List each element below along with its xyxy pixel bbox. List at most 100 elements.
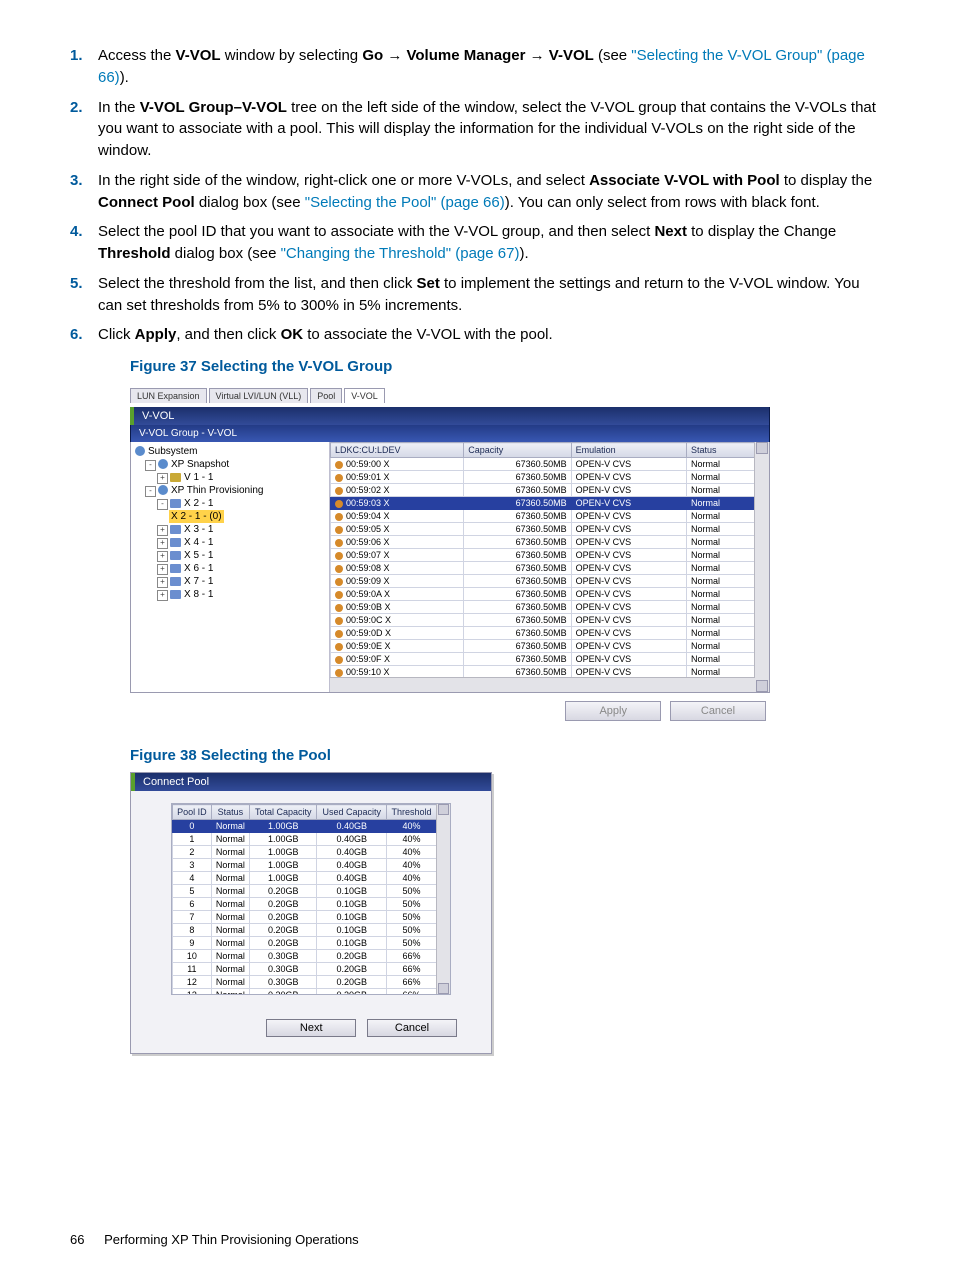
expand-icon[interactable]: +: [157, 564, 168, 575]
table-row[interactable]: 00:59:0A X67360.50MBOPEN-V CVSNormal: [331, 588, 755, 601]
table-row[interactable]: 12Normal0.30GB0.20GB66%: [173, 976, 437, 989]
tree-node[interactable]: + X 6 - 1: [135, 562, 325, 575]
vvol-group-tree[interactable]: Subsystem - XP Snapshot+V 1 - 1-XP Thin Pr…: [131, 442, 330, 692]
tab-lun-expansion[interactable]: LUN Expansion: [130, 388, 207, 403]
tree-node[interactable]: -XP Thin Provisioning: [135, 484, 325, 497]
scrollbar-vertical[interactable]: [754, 442, 769, 692]
tab-pool[interactable]: Pool: [310, 388, 342, 403]
table-row[interactable]: 00:59:06 X67360.50MBOPEN-V CVSNormal: [331, 536, 755, 549]
vvol-icon: [335, 630, 343, 638]
expand-icon[interactable]: -: [145, 460, 156, 471]
cancel-button[interactable]: Cancel: [670, 701, 766, 721]
step-body: In the V-VOL Group–V-VOL tree on the lef…: [98, 97, 884, 162]
table-row[interactable]: 00:59:0D X67360.50MBOPEN-V CVSNormal: [331, 627, 755, 640]
step-number: 4.: [70, 221, 98, 265]
table-row[interactable]: 00:59:04 X67360.50MBOPEN-V CVSNormal: [331, 510, 755, 523]
table-row[interactable]: 00:59:00 X67360.50MBOPEN-V CVSNormal: [331, 458, 755, 471]
vvol-icon: [335, 643, 343, 651]
next-button[interactable]: Next: [266, 1019, 356, 1037]
table-row[interactable]: 3Normal1.00GB0.40GB40%: [173, 859, 437, 872]
expand-icon[interactable]: +: [157, 590, 168, 601]
table-row[interactable]: 00:59:05 X67360.50MBOPEN-V CVSNormal: [331, 523, 755, 536]
tree-node[interactable]: +V 1 - 1: [135, 471, 325, 484]
cross-ref-link[interactable]: "Changing the Threshold" (page 67): [281, 245, 520, 262]
pool-table[interactable]: Pool IDStatusTotal CapacityUsed Capacity…: [172, 804, 437, 994]
col-header[interactable]: Used Capacity: [317, 805, 387, 820]
col-header[interactable]: Threshold: [387, 805, 437, 820]
table-row[interactable]: 6Normal0.20GB0.10GB50%: [173, 898, 437, 911]
tab-strip: LUN ExpansionVirtual LVI/LUN (VLL)PoolV-…: [130, 383, 770, 403]
table-row[interactable]: 00:59:03 X67360.50MBOPEN-V CVSNormal: [331, 497, 755, 510]
expand-icon[interactable]: +: [157, 525, 168, 536]
col-header[interactable]: LDKC:CU:LDEV: [331, 443, 464, 458]
scrollbar-vertical[interactable]: [436, 804, 450, 994]
scrollbar-horizontal[interactable]: [330, 677, 755, 692]
tree-label: X 6 - 1: [184, 563, 213, 574]
tab-v-vol[interactable]: V-VOL: [344, 388, 385, 403]
expand-icon[interactable]: -: [145, 486, 156, 497]
expand-icon[interactable]: +: [157, 538, 168, 549]
step-body: Select the pool ID that you want to asso…: [98, 221, 884, 265]
tree-node[interactable]: -X 2 - 1: [135, 497, 325, 510]
table-row[interactable]: 00:59:07 X67360.50MBOPEN-V CVSNormal: [331, 549, 755, 562]
table-row[interactable]: 00:59:08 X67360.50MBOPEN-V CVSNormal: [331, 562, 755, 575]
table-row[interactable]: 00:59:0C X67360.50MBOPEN-V CVSNormal: [331, 614, 755, 627]
expand-icon[interactable]: +: [157, 473, 168, 484]
table-row[interactable]: 0Normal1.00GB0.40GB40%: [173, 820, 437, 833]
folder-icon: [170, 499, 181, 508]
table-row[interactable]: 4Normal1.00GB0.40GB40%: [173, 872, 437, 885]
tree-label: X 2 - 1 - (0): [169, 510, 224, 523]
table-row[interactable]: 10Normal0.30GB0.20GB66%: [173, 950, 437, 963]
cancel-button[interactable]: Cancel: [367, 1019, 457, 1037]
tree-node[interactable]: Subsystem: [135, 445, 325, 458]
table-row[interactable]: 9Normal0.20GB0.10GB50%: [173, 937, 437, 950]
col-header[interactable]: Pool ID: [173, 805, 212, 820]
tree-label: XP Snapshot: [171, 459, 229, 470]
col-header[interactable]: Emulation: [571, 443, 686, 458]
table-row[interactable]: 8Normal0.20GB0.10GB50%: [173, 924, 437, 937]
table-row[interactable]: 5Normal0.20GB0.10GB50%: [173, 885, 437, 898]
tree-label: X 7 - 1: [184, 576, 213, 587]
tree-node[interactable]: + X 7 - 1: [135, 575, 325, 588]
expand-icon[interactable]: -: [157, 499, 168, 510]
figure-37-title: Figure 37 Selecting the V-VOL Group: [130, 358, 884, 375]
table-row[interactable]: 7Normal0.20GB0.10GB50%: [173, 911, 437, 924]
apply-button[interactable]: Apply: [565, 701, 661, 721]
table-row[interactable]: 00:59:0F X67360.50MBOPEN-V CVSNormal: [331, 653, 755, 666]
step-body: Access the V-VOL window by selecting Go …: [98, 45, 884, 89]
col-header[interactable]: Total Capacity: [250, 805, 317, 820]
page-footer: 66 Performing XP Thin Provisioning Opera…: [70, 1232, 359, 1247]
tab-virtual-lvi-lun-vll-[interactable]: Virtual LVI/LUN (VLL): [209, 388, 309, 403]
tree-node[interactable]: - XP Snapshot: [135, 458, 325, 471]
tree-node[interactable]: +X 3 - 1: [135, 523, 325, 536]
cross-ref-link[interactable]: "Selecting the Pool" (page 66): [305, 194, 505, 211]
folder-icon: [170, 564, 181, 573]
step-number: 2.: [70, 97, 98, 162]
col-header[interactable]: Capacity: [464, 443, 571, 458]
table-row[interactable]: 00:59:0E X67360.50MBOPEN-V CVSNormal: [331, 640, 755, 653]
table-row[interactable]: 2Normal1.00GB0.40GB40%: [173, 846, 437, 859]
tree-node[interactable]: + X 4 - 1: [135, 536, 325, 549]
expand-icon[interactable]: +: [157, 577, 168, 588]
numbered-steps: 1.Access the V-VOL window by selecting G…: [70, 45, 884, 346]
col-header[interactable]: Status: [687, 443, 755, 458]
table-row[interactable]: 1Normal1.00GB0.40GB40%: [173, 833, 437, 846]
tree-node[interactable]: +X 8 - 1: [135, 588, 325, 601]
tree-node[interactable]: +X 5 - 1: [135, 549, 325, 562]
table-row[interactable]: 11Normal0.30GB0.20GB66%: [173, 963, 437, 976]
figure-37: LUN ExpansionVirtual LVI/LUN (VLL)PoolV-…: [130, 383, 770, 735]
vvol-icon: [335, 578, 343, 586]
expand-icon[interactable]: +: [157, 551, 168, 562]
table-row[interactable]: 00:59:0B X67360.50MBOPEN-V CVSNormal: [331, 601, 755, 614]
col-header[interactable]: Status: [211, 805, 249, 820]
table-row[interactable]: 00:59:09 X67360.50MBOPEN-V CVSNormal: [331, 575, 755, 588]
tree-label: X 4 - 1: [184, 537, 213, 548]
folder-icon: [170, 473, 181, 482]
step-number: 3.: [70, 170, 98, 214]
table-row[interactable]: 13Normal0.30GB0.20GB66%: [173, 989, 437, 995]
table-row[interactable]: 00:59:01 X67360.50MBOPEN-V CVSNormal: [331, 471, 755, 484]
step-number: 1.: [70, 45, 98, 89]
table-row[interactable]: 00:59:02 X67360.50MBOPEN-V CVSNormal: [331, 484, 755, 497]
vvol-icon: [335, 539, 343, 547]
tree-node[interactable]: X 2 - 1 - (0): [135, 510, 325, 523]
